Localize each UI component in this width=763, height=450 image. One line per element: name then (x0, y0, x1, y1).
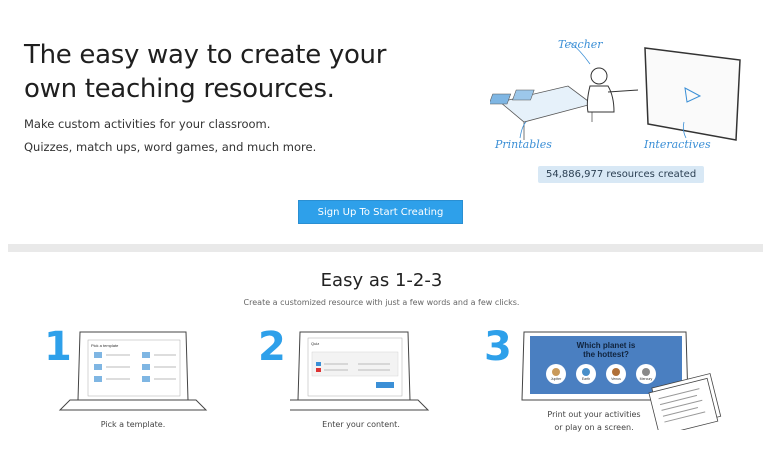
teacher-arm (607, 89, 639, 93)
step-3-caption-line-2: or play on a screen. (554, 423, 634, 432)
hero-title-line-2: own teaching resources. (24, 74, 335, 104)
teacher-label: Teacher (558, 38, 603, 51)
answer-label: Venus (611, 377, 621, 381)
earth-icon (582, 368, 590, 376)
answer-marker (316, 368, 321, 372)
answer-label: Earth (582, 377, 590, 381)
step-2-laptop: Quiz (290, 331, 430, 411)
answer-label: Jupiter (551, 377, 562, 381)
interactives-label: Interactives (643, 138, 711, 151)
screen-title: Pick a template (91, 343, 119, 348)
step-3-caption: Print out your activities or play on a s… (519, 408, 669, 434)
signup-button[interactable]: Sign Up To Start Creating (298, 200, 463, 224)
venus-icon (612, 368, 620, 376)
printables-pointer-line (519, 121, 527, 139)
printable-sheet (490, 93, 512, 105)
teacher-illustration: Teacher Printables Interactives (490, 38, 741, 151)
teacher-head (590, 67, 608, 85)
hero-title: The easy way to create your own teaching… (24, 38, 464, 106)
laptop-base (290, 399, 430, 411)
desk-shape (499, 85, 593, 123)
step-3-caption-line-1: Print out your activities (547, 410, 641, 419)
done-button-shape (376, 382, 394, 388)
step-1-laptop: Pick a template (58, 331, 208, 411)
printables-label: Printables (494, 138, 552, 151)
step-1-caption: Pick a template. (100, 420, 166, 429)
template-tile (142, 376, 150, 382)
hero-subtitle-1: Make custom activities for your classroo… (24, 117, 271, 131)
steps-section-subtitle: Create a customized resource with just a… (243, 298, 520, 307)
template-tile (142, 364, 150, 370)
laptop-base (58, 399, 208, 411)
template-tile (94, 376, 102, 382)
section-divider (8, 244, 763, 252)
hero-subtitle-2: Quizzes, match ups, word games, and much… (24, 140, 317, 154)
step-3-number: 3 (484, 324, 512, 370)
mercury-icon (642, 368, 650, 376)
game-question-line-1: Which planet is (577, 341, 636, 350)
step-2-caption: Enter your content. (322, 420, 400, 429)
template-tile (142, 352, 150, 358)
game-question-line-2: the hottest? (583, 350, 629, 359)
template-tile (94, 352, 102, 358)
hero-title-line-1: The easy way to create your (24, 40, 387, 70)
screen-board (644, 47, 741, 141)
resources-created-badge: 54,886,977 resources created (538, 166, 705, 183)
step-2-number: 2 (258, 324, 286, 370)
teacher-body (586, 85, 615, 113)
jupiter-icon (552, 368, 560, 376)
printable-sheet (512, 89, 535, 101)
answer-label: Mercury (640, 377, 653, 381)
template-tile (94, 364, 102, 370)
screen-title: Quiz (311, 341, 319, 346)
steps-section-title: Easy as 1-2-3 (320, 270, 443, 291)
answer-marker (316, 362, 321, 366)
